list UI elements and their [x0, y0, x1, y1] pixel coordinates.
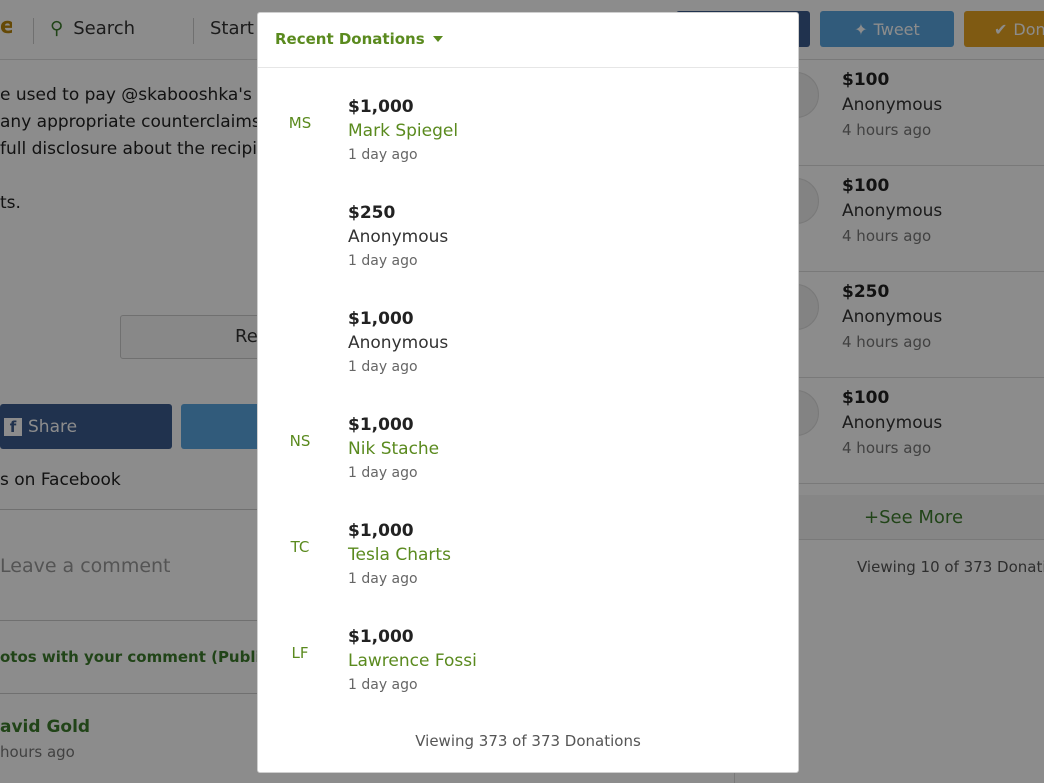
donation-item: LF $1,000 Lawrence Fossi 1 day ago	[258, 627, 798, 733]
donation-item: TC $1,000 Tesla Charts 1 day ago	[258, 521, 798, 627]
donor-initials: MS	[288, 114, 312, 132]
modal-viewing-count: Viewing 373 of 373 Donations	[415, 732, 641, 750]
donor-initials: TC	[290, 538, 310, 556]
caret-down-icon	[432, 36, 443, 42]
donation-time: 1 day ago	[348, 147, 418, 163]
donation-time: 1 day ago	[348, 253, 418, 269]
donation-time: 1 day ago	[348, 677, 418, 693]
modal-title-label: Recent Donations	[275, 30, 425, 48]
donor-name-link[interactable]: Lawrence Fossi	[348, 651, 477, 671]
donation-item: $1,000 Anonymous 1 day ago	[258, 309, 798, 415]
donor-name-link[interactable]: Nik Stache	[348, 439, 439, 459]
donation-amount: $1,000	[348, 415, 414, 435]
donation-time: 1 day ago	[348, 571, 418, 587]
donor-name: Anonymous	[348, 333, 449, 353]
donation-item: MS $1,000 Mark Spiegel 1 day ago	[258, 97, 798, 203]
donation-amount: $1,000	[348, 627, 414, 647]
recent-donations-modal: Recent Donations MS $1,000 Mark Spiegel …	[257, 12, 799, 773]
donation-amount: $1,000	[348, 521, 414, 541]
donor-initials: NS	[289, 432, 311, 450]
donation-time: 1 day ago	[348, 465, 418, 481]
donation-item: NS $1,000 Nik Stache 1 day ago	[258, 415, 798, 521]
donation-time: 1 day ago	[348, 359, 418, 375]
donation-amount: $250	[348, 203, 396, 223]
modal-header: Recent Donations	[258, 13, 798, 68]
donation-amount: $1,000	[348, 97, 414, 117]
donor-name-link[interactable]: Tesla Charts	[348, 545, 451, 565]
donor-name: Anonymous	[348, 227, 449, 247]
donor-name-link[interactable]: Mark Spiegel	[348, 121, 458, 141]
donation-item: $250 Anonymous 1 day ago	[258, 203, 798, 309]
recent-donations-dropdown[interactable]: Recent Donations	[275, 30, 443, 48]
donor-initials: LF	[291, 644, 309, 662]
donation-amount: $1,000	[348, 309, 414, 329]
